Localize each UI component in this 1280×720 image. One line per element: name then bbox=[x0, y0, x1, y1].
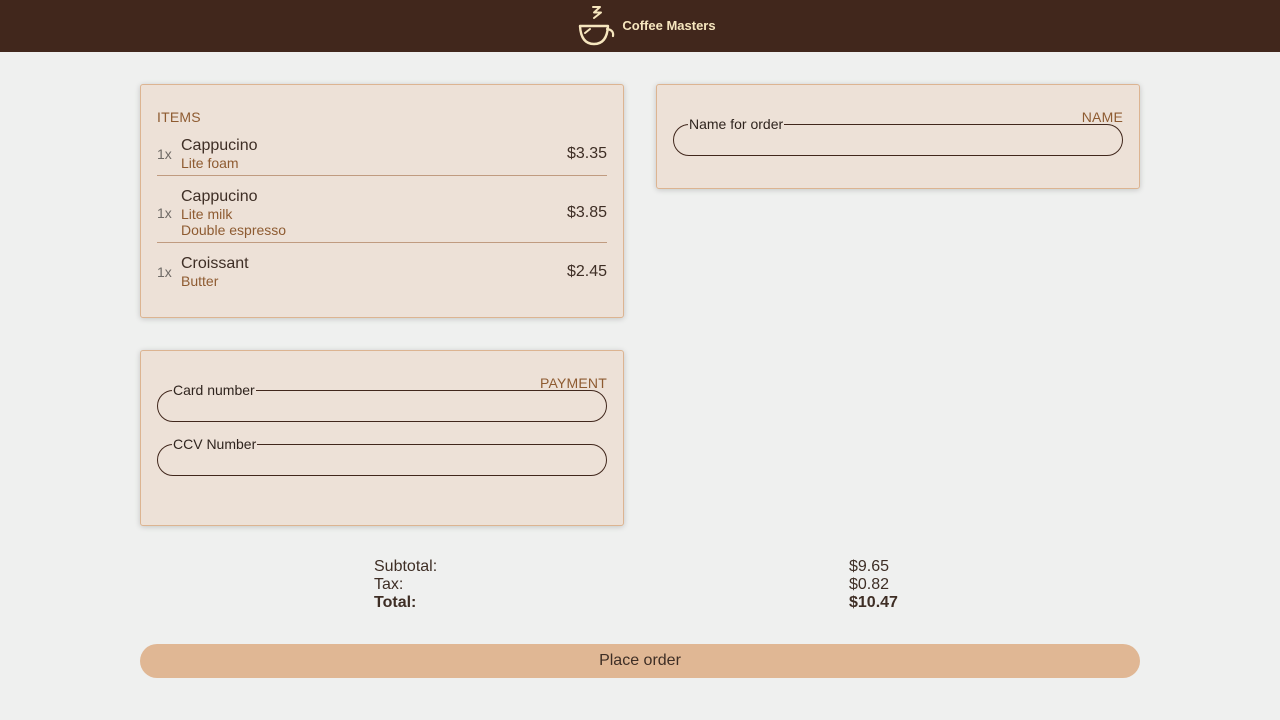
item-option: Lite milk bbox=[181, 206, 233, 222]
item-name: Cappucino bbox=[181, 188, 258, 205]
item-price: $3.35 bbox=[566, 144, 607, 162]
list-item: 1x Cappucino Lite milk Double espresso $… bbox=[157, 183, 607, 243]
card-number-label: Card number bbox=[173, 382, 255, 398]
total-row: Total: $10.47 bbox=[374, 594, 914, 612]
tax-label: Tax: bbox=[374, 576, 404, 593]
name-card: NAME Name for order bbox=[656, 84, 1140, 189]
order-name-input[interactable] bbox=[688, 131, 1108, 159]
item-price: $2.45 bbox=[566, 262, 607, 280]
item-option: Butter bbox=[181, 272, 219, 289]
item-qty: 1x bbox=[157, 263, 172, 280]
order-name-fieldset: Name for order bbox=[673, 116, 1123, 159]
item-qty: 1x bbox=[157, 145, 172, 162]
divider bbox=[157, 242, 607, 243]
divider bbox=[157, 175, 607, 176]
list-item: 1x Croissant Butter $2.45 bbox=[157, 250, 607, 293]
item-option: Double espresso bbox=[181, 222, 287, 238]
subtotal-row: Subtotal: $9.65 bbox=[374, 558, 914, 576]
app-header: Coffee Masters bbox=[0, 0, 1280, 52]
payment-card: PAYMENT Card number CCV Number bbox=[140, 350, 624, 526]
subtotal-label: Subtotal: bbox=[374, 558, 438, 575]
ccv-number-fieldset: CCV Number bbox=[157, 436, 607, 479]
item-qty: 1x bbox=[157, 205, 172, 221]
card-number-fieldset: Card number bbox=[157, 382, 607, 425]
item-price: $3.85 bbox=[566, 204, 607, 221]
brand[interactable]: Coffee Masters bbox=[576, 4, 716, 48]
item-option: Lite foam bbox=[181, 154, 239, 171]
list-item: 1x Cappucino Lite foam $3.35 bbox=[157, 132, 607, 175]
order-name-label: Name for order bbox=[689, 116, 784, 132]
brand-name: Coffee Masters bbox=[622, 18, 716, 33]
total-label: Total: bbox=[374, 594, 417, 611]
coffee-cup-icon bbox=[576, 4, 616, 48]
card-number-input[interactable] bbox=[172, 397, 592, 425]
item-name: Croissant bbox=[181, 254, 249, 272]
total-value: $10.47 bbox=[849, 594, 898, 611]
tax-value: $0.82 bbox=[849, 576, 890, 593]
items-section-label: ITEMS bbox=[157, 109, 201, 125]
place-order-button[interactable]: Place order bbox=[140, 644, 1140, 678]
subtotal-value: $9.65 bbox=[849, 558, 890, 575]
order-totals: Subtotal: $9.65 Tax: $0.82 Total: $10.47 bbox=[374, 558, 914, 612]
items-card: ITEMS 1x Cappucino Lite foam $3.35 1x Ca… bbox=[140, 84, 624, 318]
tax-row: Tax: $0.82 bbox=[374, 576, 914, 594]
ccv-number-label: CCV Number bbox=[173, 436, 257, 452]
item-name: Cappucino bbox=[181, 136, 258, 154]
ccv-number-input[interactable] bbox=[172, 451, 592, 479]
